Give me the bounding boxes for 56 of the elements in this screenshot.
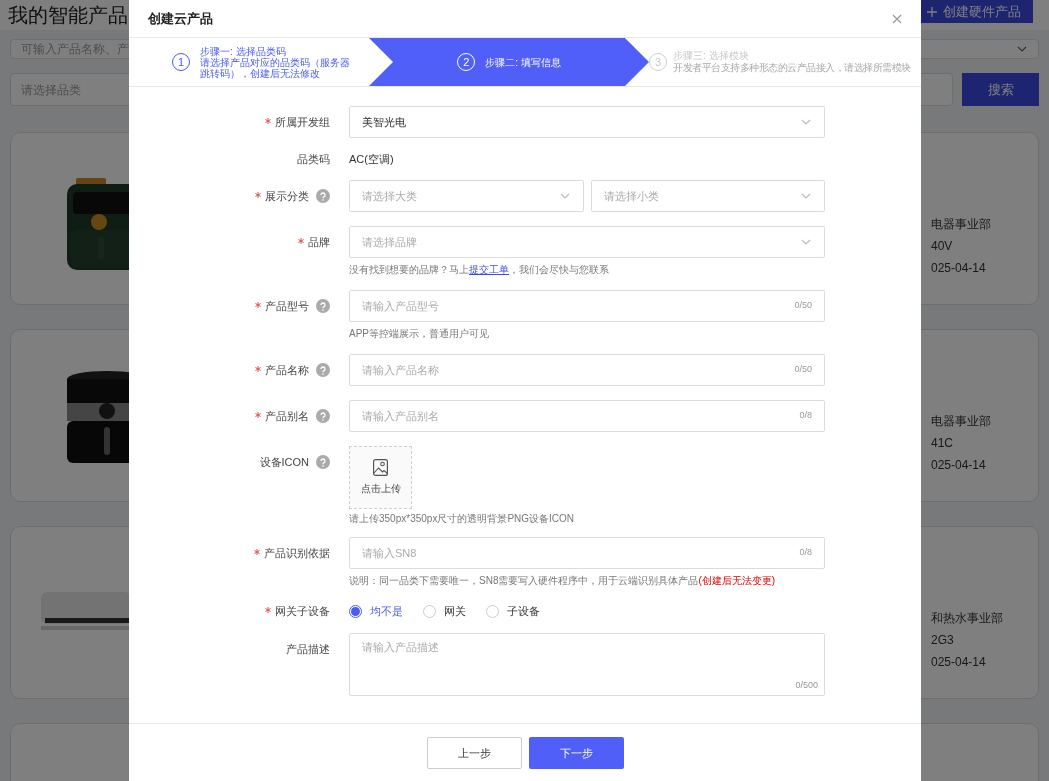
select-field[interactable]: 美智光电	[349, 106, 825, 138]
page-title: 我的智能产品	[8, 3, 128, 28]
card-text: 025-04-14	[931, 458, 987, 472]
hint-text: 说明：同一品类下需要唯一，SN8需要写入硬件程序中，用于云端识别具体产品(创建后无法变更)	[349, 574, 777, 588]
card-text: 025-04-14	[931, 261, 987, 275]
next-button[interactable]: 下一步	[528, 737, 624, 769]
card-text: 41C	[931, 436, 954, 450]
card-text: 40V	[931, 239, 954, 253]
field-label: 展示分类	[265, 188, 309, 204]
radio-option[interactable]: 均不是	[349, 602, 403, 620]
field-label: 产品型号	[265, 298, 309, 314]
input-field[interactable]: 请输入产品别名 0/8	[349, 400, 825, 432]
step-description: 开发者平台支持多种形态的云产品接入，请选择所需模块	[673, 61, 911, 75]
card-text: 电器事业部	[931, 414, 991, 428]
radio-option[interactable]: 子设备	[486, 602, 540, 620]
card-text: 2G3	[931, 633, 955, 647]
hint-link[interactable]: 提交工单	[469, 264, 509, 275]
char-counter: 0/8	[799, 409, 812, 423]
field-label: 品牌	[308, 234, 330, 250]
field-label: 品类码	[297, 151, 330, 167]
input-field[interactable]: 请输入产品名称 0/50	[349, 354, 825, 386]
select-field[interactable]: 请选择小类	[590, 180, 825, 212]
hint-text: 没有找到想要的品牌？马上提交工单，我们会尽快与您联系	[349, 263, 610, 277]
input-field[interactable]: 请输入SN8 0/8	[349, 537, 825, 569]
char-counter: 0/50	[794, 299, 812, 313]
textarea-field[interactable]: 请输入产品描述 0/500	[349, 633, 825, 696]
upload-button[interactable]: 点击上传	[349, 446, 412, 509]
plus-icon	[927, 6, 937, 17]
search-button[interactable]: 搜索	[962, 73, 1039, 106]
select-field[interactable]: 请选择大类	[349, 180, 584, 212]
field-label: 设备ICON	[259, 454, 309, 470]
char-counter: 0/50	[794, 363, 812, 377]
field-label: 所属开发组	[275, 114, 330, 130]
step-title: 步骤二: 填写信息	[485, 56, 561, 68]
field-label: 产品别名	[265, 408, 309, 424]
radio-option[interactable]: 网关	[423, 602, 466, 620]
step-title: 步骤一: 选择品类码	[200, 45, 286, 57]
field-label: 产品识别依据	[264, 545, 330, 561]
field-label: 网关子设备	[275, 603, 330, 619]
dialog-title: 创建云产品	[148, 9, 213, 28]
hint-text: APP等控端展示，普通用户可见	[349, 327, 490, 341]
input-field[interactable]: 请输入产品型号 0/50	[349, 290, 825, 322]
close-icon[interactable]	[892, 13, 902, 24]
char-counter: 0/8	[799, 546, 812, 560]
char-counter: 0/500	[795, 678, 818, 692]
field-label: 产品描述	[286, 641, 330, 657]
select-field[interactable]: 请选择品牌	[349, 226, 825, 258]
back-button[interactable]: 上一步	[426, 737, 522, 769]
card-text: 电器事业部	[931, 217, 991, 231]
field-value: AC(空调)	[349, 152, 395, 166]
card-text: 和热水事业部	[931, 611, 1003, 625]
card-text: 025-04-14	[931, 655, 987, 669]
step-description: 请选择产品对应的品类码（服务器跳转码），创建后无法修改	[200, 56, 351, 79]
field-label: 产品名称	[265, 362, 309, 378]
image-icon	[373, 459, 388, 476]
hint-text: 请上传350px*350px尺寸的透明背景PNG设备ICON	[349, 512, 576, 526]
